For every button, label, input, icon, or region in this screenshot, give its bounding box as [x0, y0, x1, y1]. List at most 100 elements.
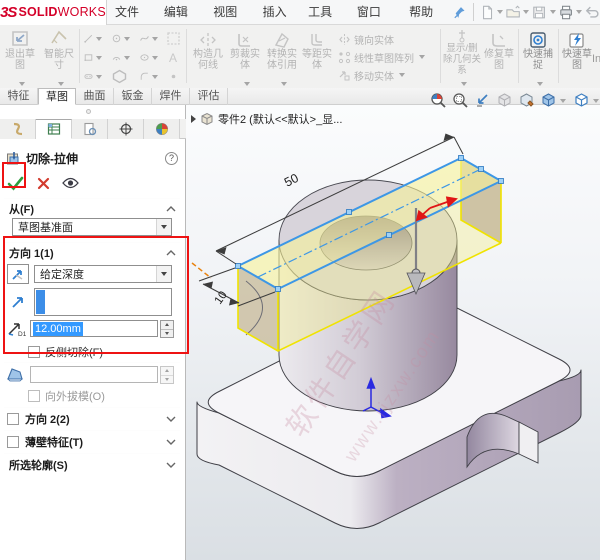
print-icon[interactable]: [559, 4, 573, 21]
panel-splitter-handle[interactable]: [86, 109, 91, 114]
depth-spinner[interactable]: [160, 320, 174, 338]
help-icon[interactable]: ?: [165, 151, 178, 165]
tree-expand-arrow[interactable]: [191, 115, 196, 123]
menu-file[interactable]: 文件(F): [107, 0, 156, 44]
chevron-down-icon[interactable]: [166, 462, 176, 468]
convert-entities-button[interactable]: 转换实体引用: [264, 27, 300, 87]
tab-sheet-metal[interactable]: 钣金: [114, 88, 152, 105]
construction-geometry-button[interactable]: 构造几何线: [190, 27, 226, 87]
move-entities-button[interactable]: 移动实体: [338, 67, 438, 83]
trim-entities-caret[interactable]: [244, 82, 250, 86]
chevron-down-icon[interactable]: [166, 416, 176, 422]
draft-angle-input[interactable]: [30, 366, 158, 383]
tab-evaluate[interactable]: 评估: [190, 88, 228, 105]
direction2-section-header[interactable]: 方向 2(2): [0, 411, 186, 427]
ellipse-tool-icon[interactable]: [140, 49, 160, 66]
display-style-icon[interactable]: [573, 92, 590, 109]
menu-tools[interactable]: 工具(T): [300, 0, 349, 44]
tab-features[interactable]: 特征: [0, 88, 38, 105]
save-icon[interactable]: [532, 4, 546, 21]
direction2-checkbox[interactable]: [7, 413, 19, 425]
model-3d-view[interactable]: 软件自学网 www.rjzxw.com 50 10: [186, 105, 600, 560]
thin-feature-checkbox[interactable]: [7, 436, 19, 448]
quick-snaps-button[interactable]: 快速捕捉: [521, 27, 555, 87]
line-tool-icon[interactable]: [84, 30, 104, 47]
exit-sketch-button[interactable]: 退出草图: [2, 27, 38, 87]
spline-tool-icon[interactable]: [140, 30, 160, 47]
print-caret[interactable]: [575, 10, 582, 14]
end-condition-dropdown[interactable]: 给定深度: [34, 265, 172, 283]
display-delete-relations-caret[interactable]: [461, 82, 467, 86]
section-view-icon[interactable]: [496, 92, 513, 109]
direction-reference-listbox[interactable]: [34, 288, 172, 316]
smart-dimension-button[interactable]: 智能尺寸: [42, 27, 76, 87]
flip-side-checkbox[interactable]: [28, 346, 40, 358]
new-document-icon[interactable]: [480, 4, 494, 21]
thin-feature-section-header[interactable]: 薄壁特征(T): [0, 434, 186, 450]
edit-appearance-icon[interactable]: [518, 92, 535, 109]
display-style-group[interactable]: [573, 92, 600, 109]
mirror-entities-button[interactable]: 镜向实体: [338, 31, 438, 47]
draft-angle-icon[interactable]: [6, 366, 24, 382]
tab-surfaces[interactable]: 曲面: [76, 88, 114, 105]
text-tool-icon[interactable]: A: [166, 49, 186, 66]
feature-manager-tab[interactable]: [0, 119, 36, 139]
display-manager-tab[interactable]: [144, 119, 180, 139]
chevron-up-icon[interactable]: [166, 206, 176, 212]
menu-help[interactable]: 帮助(H): [401, 0, 451, 44]
graphics-viewport[interactable]: 零件2 (默认<<默认>_显... 软件自学网 www.rjzxw.com 50…: [186, 105, 600, 560]
menu-insert[interactable]: 插入(I): [255, 0, 300, 44]
draft-angle-spinner[interactable]: [160, 366, 174, 384]
open-caret[interactable]: [523, 10, 530, 14]
slot-tool-icon[interactable]: [84, 68, 104, 85]
selected-contours-section-header[interactable]: 所选轮廓(S): [0, 457, 186, 473]
arc-tool-icon[interactable]: [112, 49, 132, 66]
linear-pattern-button[interactable]: 线性草图阵列: [338, 49, 448, 65]
reverse-direction-button[interactable]: [7, 264, 29, 284]
linear-pattern-caret[interactable]: [419, 55, 425, 59]
cancel-button[interactable]: [37, 177, 50, 190]
repair-sketch-button[interactable]: 修复草图: [483, 27, 515, 87]
fillet-tool-icon[interactable]: [140, 68, 160, 85]
quick-snaps-caret[interactable]: [537, 82, 543, 86]
dimxpert-manager-tab[interactable]: [108, 119, 144, 139]
display-delete-relations-button[interactable]: 显示/删除几何关系: [443, 27, 481, 87]
from-section-header[interactable]: 从(F): [0, 201, 186, 217]
tab-sketch[interactable]: 草图: [38, 88, 76, 105]
circle-tool-icon[interactable]: [112, 30, 132, 47]
ok-button[interactable]: [7, 175, 24, 192]
trim-entities-button[interactable]: 剪裁实体: [228, 27, 262, 87]
open-icon[interactable]: [506, 4, 521, 21]
undo-icon[interactable]: [585, 4, 599, 21]
exit-sketch-caret[interactable]: [19, 82, 25, 86]
flyout-feature-tree[interactable]: 零件2 (默认<<默认>_显...: [191, 111, 342, 127]
menu-window[interactable]: 窗口(W): [349, 0, 401, 44]
from-condition-dropdown[interactable]: 草图基准面: [12, 218, 172, 236]
chevron-up-icon[interactable]: [166, 250, 176, 256]
zoom-fit-icon[interactable]: [430, 92, 447, 109]
sketch-picture-icon[interactable]: [166, 30, 186, 47]
depth-input[interactable]: 12.00mm: [30, 320, 158, 337]
configuration-manager-tab[interactable]: [72, 119, 108, 139]
new-document-caret[interactable]: [497, 10, 504, 14]
view-orientation-group[interactable]: [540, 92, 568, 109]
chevron-down-icon[interactable]: [166, 439, 176, 445]
draft-outward-checkbox[interactable]: [28, 390, 40, 402]
polygon-tool-icon[interactable]: [112, 68, 132, 85]
smart-dimension-caret[interactable]: [58, 82, 64, 86]
menu-view[interactable]: 视图(V): [205, 0, 254, 44]
preview-eye-button[interactable]: [62, 177, 79, 189]
zoom-area-icon[interactable]: [452, 92, 469, 109]
pin-menu-icon[interactable]: [453, 4, 467, 21]
previous-view-icon[interactable]: [474, 92, 491, 109]
tab-weldments[interactable]: 焊件: [152, 88, 190, 105]
save-caret[interactable]: [549, 10, 556, 14]
move-entities-caret[interactable]: [399, 73, 405, 77]
view-orientation-icon[interactable]: [540, 92, 557, 109]
menu-edit[interactable]: 编辑(E): [156, 0, 205, 44]
rapid-sketch-button[interactable]: 快速草图: [561, 27, 593, 87]
offset-entities-button[interactable]: 等距实体: [300, 27, 334, 87]
property-manager-tab[interactable]: [36, 119, 72, 139]
rectangle-tool-icon[interactable]: [84, 49, 104, 66]
point-tool-icon[interactable]: [166, 68, 186, 85]
